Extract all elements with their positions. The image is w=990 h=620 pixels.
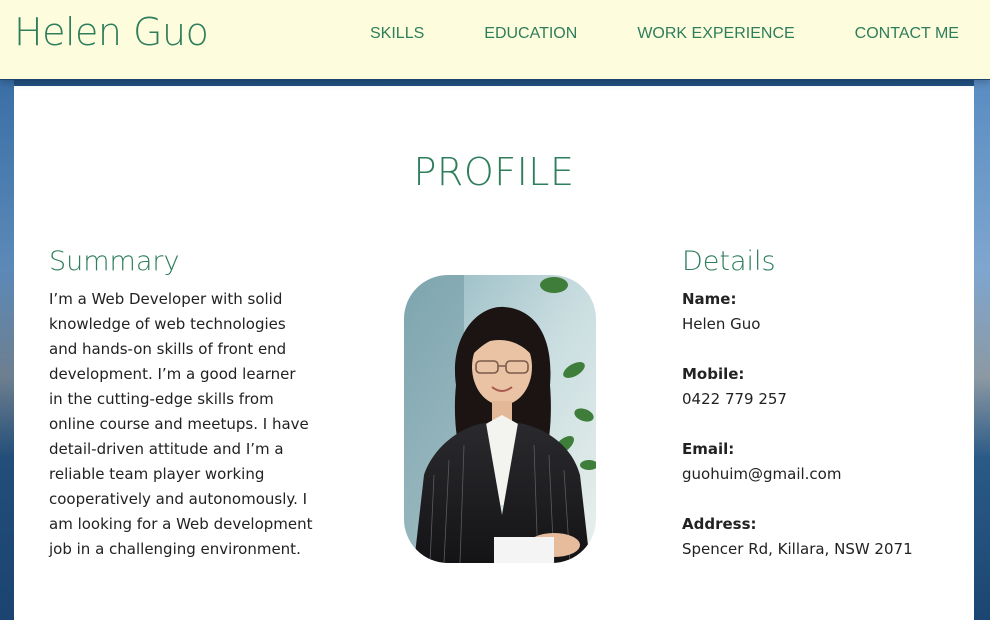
main-nav: SKILLS EDUCATION WORK EXPERIENCE CONTACT… [370, 25, 959, 43]
detail-email-label: Email: [682, 440, 735, 458]
nav-link-education[interactable]: EDUCATION [484, 25, 577, 43]
site-brand[interactable]: Helen Guo [14, 10, 209, 54]
summary-column: Summary I’m a Web Developer with solid k… [49, 246, 314, 562]
detail-address-label: Address: [682, 515, 757, 533]
detail-mobile-value: 0422 779 257 [682, 390, 787, 408]
background-scenery-right [974, 80, 990, 620]
summary-heading: Summary [49, 246, 180, 277]
detail-name: Name: Helen Guo [682, 287, 962, 337]
detail-mobile-label: Mobile: [682, 365, 745, 383]
nav-link-contact-me[interactable]: CONTACT ME [855, 25, 959, 43]
top-navigation-bar: Helen Guo SKILLS EDUCATION WORK EXPERIEN… [0, 0, 990, 79]
page-title: PROFILE [413, 150, 575, 194]
detail-email-value[interactable]: guohuim@gmail.com [682, 462, 962, 487]
detail-name-label: Name: [682, 290, 737, 308]
detail-name-value: Helen Guo [682, 315, 761, 333]
nav-link-skills[interactable]: SKILLS [370, 25, 424, 43]
details-heading: Details [682, 246, 776, 277]
details-column: Details Name: Helen Guo Mobile: 0422 779… [682, 246, 962, 587]
profile-section: PROFILE Summary I’m a Web Developer with… [14, 86, 974, 620]
detail-mobile: Mobile: 0422 779 257 [682, 362, 962, 412]
summary-text: I’m a Web Developer with solid knowledge… [49, 290, 313, 558]
detail-address-value: Spencer Rd, Killara, NSW 2071 [682, 540, 913, 558]
profile-photo [404, 275, 596, 563]
background-scenery-left [0, 80, 14, 620]
detail-address: Address: Spencer Rd, Killara, NSW 2071 [682, 512, 962, 562]
detail-email: Email: guohuim@gmail.com [682, 437, 962, 487]
nav-link-work-experience[interactable]: WORK EXPERIENCE [637, 25, 794, 43]
